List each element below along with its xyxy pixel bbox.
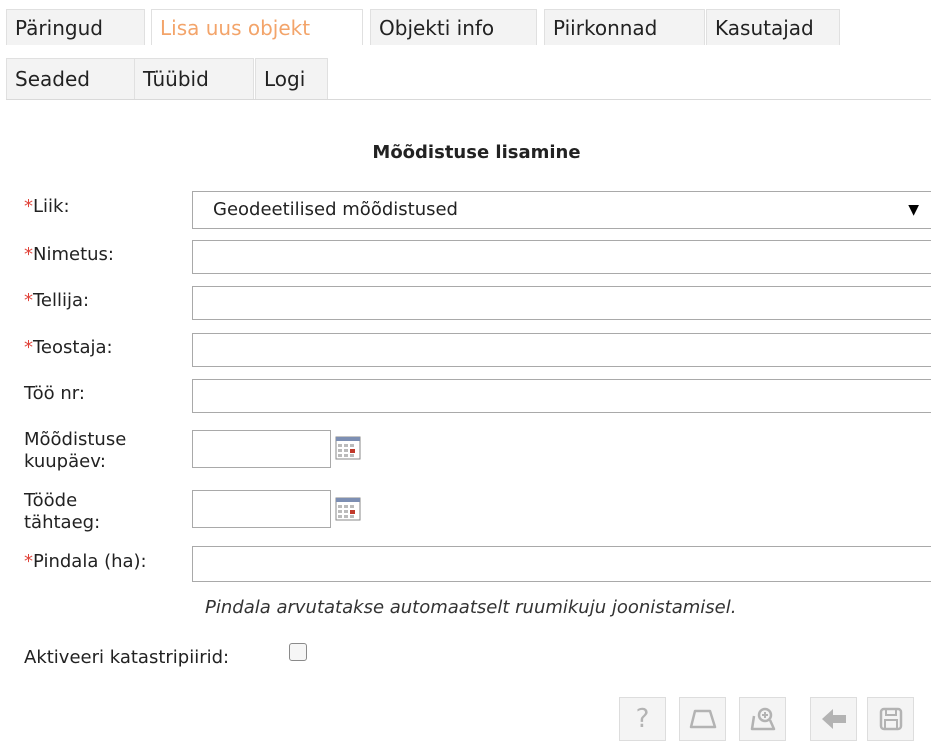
too-nr-label-text: Töö nr: (24, 383, 85, 404)
teostaja-input[interactable] (192, 333, 931, 367)
dropdown-arrow-icon: ▼ (908, 202, 919, 218)
calendar-icon[interactable] (335, 436, 361, 460)
aktiveeri-checkbox[interactable] (289, 643, 307, 661)
required-mark: * (24, 196, 33, 217)
tab-kasutajad[interactable]: Kasutajad (706, 9, 840, 45)
tab-label: Piirkonnad (553, 16, 658, 40)
pindala-hint: Pindala arvutatakse automaatselt ruumiku… (205, 597, 737, 618)
tab-label: Tüübid (143, 67, 209, 91)
tab-label: Logi (264, 67, 306, 91)
tellija-label: *Tellija: (24, 290, 89, 312)
label-line: Mõõdistuse (24, 429, 127, 450)
tab-objekti-info[interactable]: Objekti info (370, 9, 537, 45)
label-line: tähtaeg: (24, 512, 101, 533)
tab-piirkonnad[interactable]: Piirkonnad (544, 9, 705, 45)
nimetus-input[interactable] (192, 240, 931, 274)
tab-label: Objekti info (379, 16, 495, 40)
required-mark: * (24, 551, 33, 572)
pindala-label-text: Pindala (ha): (33, 551, 147, 572)
teostaja-label: *Teostaja: (24, 337, 113, 359)
tab-label: Kasutajad (715, 16, 814, 40)
back-button[interactable] (810, 697, 857, 741)
moodistuse-kuupaev-label: Mõõdistuse kuupäev: (24, 429, 126, 473)
tab-label: Lisa uus objekt (160, 16, 311, 40)
help-button[interactable]: ? (619, 697, 666, 741)
tab-label: Seaded (15, 67, 90, 91)
help-icon: ? (635, 704, 650, 734)
pindala-input[interactable] (192, 546, 931, 582)
required-mark: * (24, 290, 33, 311)
tab-tuubid[interactable]: Tüübid (134, 58, 254, 99)
draw-polygon-button[interactable] (679, 697, 726, 741)
back-arrow-icon (821, 709, 846, 729)
too-nr-input[interactable] (192, 379, 931, 413)
label-line: Tööde (24, 490, 78, 511)
liik-label-text: Liik: (33, 196, 70, 217)
tab-paringud[interactable]: Päringud (6, 9, 145, 45)
tab-label: Päringud (15, 16, 103, 40)
moodistuse-kuupaev-input[interactable] (192, 430, 331, 468)
polygon-draw-icon (689, 709, 716, 729)
too-nr-label: Töö nr: (24, 383, 85, 405)
liik-select-value: Geodeetilised mõõdistused (213, 199, 458, 220)
form-title-text: Mõõdistuse lisamine (372, 142, 581, 163)
liik-label: *Liik: (24, 196, 70, 218)
toode-tahtaeg-input[interactable] (192, 490, 331, 528)
calendar-icon[interactable] (335, 497, 361, 521)
liik-select[interactable]: Geodeetilised mõõdistused ▼ (192, 191, 931, 229)
nimetus-label: *Nimetus: (24, 244, 114, 266)
zoom-polygon-button[interactable] (739, 697, 786, 741)
tab-lisa-uus-objekt[interactable]: Lisa uus objekt (151, 9, 363, 45)
aktiveeri-label: Aktiveeri katastripiirid: (24, 647, 230, 668)
tellija-input[interactable] (192, 286, 931, 320)
tab-bar: Päringud Lisa uus objekt Objekti info Pi… (6, 9, 931, 100)
required-mark: * (24, 337, 33, 358)
save-icon (879, 707, 902, 731)
tellija-label-text: Tellija: (33, 290, 90, 311)
pindala-label: *Pindala (ha): (24, 551, 147, 573)
form-title: Mõõdistuse lisamine (0, 142, 931, 163)
nimetus-label-text: Nimetus: (33, 244, 114, 265)
teostaja-label-text: Teostaja: (33, 337, 113, 358)
toode-tahtaeg-label: Tööde tähtaeg: (24, 490, 100, 534)
zoom-polygon-icon (750, 707, 775, 731)
required-mark: * (24, 244, 33, 265)
save-button[interactable] (867, 697, 914, 741)
tab-logi[interactable]: Logi (255, 58, 328, 99)
tab-seaded[interactable]: Seaded (6, 58, 135, 99)
label-line: kuupäev: (24, 451, 106, 472)
